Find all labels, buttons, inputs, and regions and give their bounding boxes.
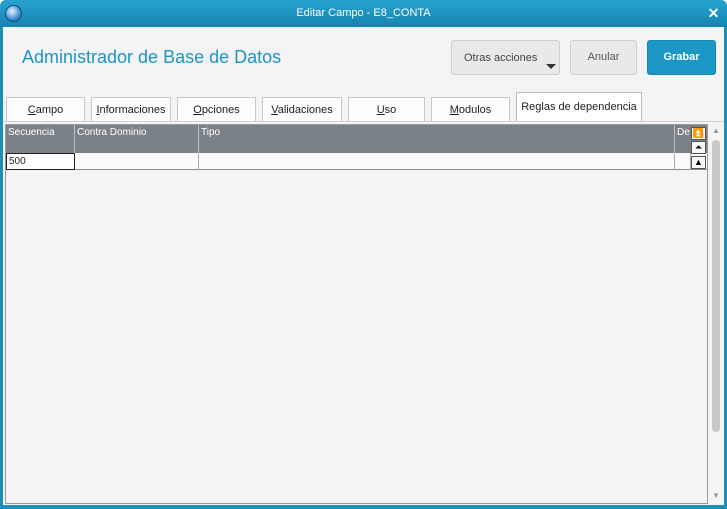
caret-down-icon	[546, 64, 556, 69]
column-header-tipo[interactable]: Tipo	[199, 125, 675, 153]
grid-header: Secuencia Contra Dominio Tipo De	[6, 125, 707, 153]
column-header-de[interactable]: De	[675, 125, 691, 153]
tab-campo-label: ampo	[35, 104, 64, 116]
cell-tipo[interactable]	[199, 153, 675, 170]
previous-record-icon[interactable]: ▲	[691, 156, 706, 169]
page-title: Administrador de Base de Datos	[22, 47, 282, 67]
page-up-icon[interactable]: ⏶	[691, 141, 706, 154]
tab-validaciones[interactable]: Validaciones	[262, 97, 342, 122]
scroll-down-icon[interactable]: ▼	[711, 490, 721, 502]
window-title: Editar Campo - E8_CONTA	[296, 7, 431, 19]
scroll-thumb[interactable]	[712, 140, 720, 432]
otras-acciones-label: Otras acciones	[464, 52, 538, 64]
tab-campo[interactable]: Campo	[6, 97, 85, 122]
scroll-up-icon[interactable]: ▲	[711, 125, 721, 137]
close-icon[interactable]: ✕	[704, 4, 723, 23]
tab-opciones-label: pciones	[201, 104, 240, 116]
tab-opciones-accel: O	[193, 104, 202, 116]
anular-button[interactable]: Anular	[570, 40, 637, 75]
title-bar[interactable]: Editar Campo - E8_CONTA ✕	[0, 0, 727, 27]
cell-contra-dominio[interactable]	[75, 153, 199, 170]
tab-informaciones[interactable]: Informaciones	[91, 97, 171, 122]
tab-modulos-accel: M	[449, 104, 459, 116]
dialog-body: Administrador de Base de Datos Otras acc…	[3, 27, 724, 505]
tab-modulos[interactable]: Modulos	[431, 97, 510, 122]
tab-campo-accel: C	[27, 104, 36, 116]
tab-reglas-label: Reglas de dependencia	[521, 101, 637, 113]
dialog-window: Editar Campo - E8_CONTA ✕ Administrador …	[0, 0, 727, 509]
cell-de[interactable]	[675, 153, 691, 170]
grid-navigation: ⏫ ⏶ ▲	[691, 127, 707, 171]
tab-reglas-de-dependencia[interactable]: Reglas de dependencia	[516, 92, 642, 123]
tab-uso[interactable]: Uso	[348, 97, 425, 122]
tab-informaciones-label: nformaciones	[99, 104, 166, 116]
vertical-scrollbar[interactable]: ▲ ▼	[710, 124, 722, 502]
first-record-icon[interactable]: ⏫	[691, 127, 706, 140]
tab-validaciones-label: alidaciones	[277, 104, 333, 116]
tab-modulos-label: odulos	[458, 104, 492, 116]
data-grid: Secuencia Contra Dominio Tipo De 500 ⏫ ⏶…	[5, 124, 708, 504]
tab-strip: Campo Informaciones Opciones Validacione…	[3, 87, 724, 123]
otras-acciones-button[interactable]: Otras acciones	[451, 40, 560, 75]
tab-uso-accel: U	[376, 104, 385, 116]
cell-secuencia[interactable]: 500	[6, 153, 75, 170]
header-bar: Administrador de Base de Datos Otras acc…	[3, 27, 724, 87]
column-header-contra-dominio[interactable]: Contra Dominio	[75, 125, 199, 153]
tab-uso-label: so	[384, 104, 397, 116]
table-row[interactable]: 500	[6, 153, 707, 170]
tab-opciones[interactable]: Opciones	[177, 97, 256, 122]
grabar-button[interactable]: Grabar	[647, 40, 716, 75]
column-header-secuencia[interactable]: Secuencia	[6, 125, 75, 153]
tab-content: Secuencia Contra Dominio Tipo De 500 ⏫ ⏶…	[3, 121, 724, 505]
